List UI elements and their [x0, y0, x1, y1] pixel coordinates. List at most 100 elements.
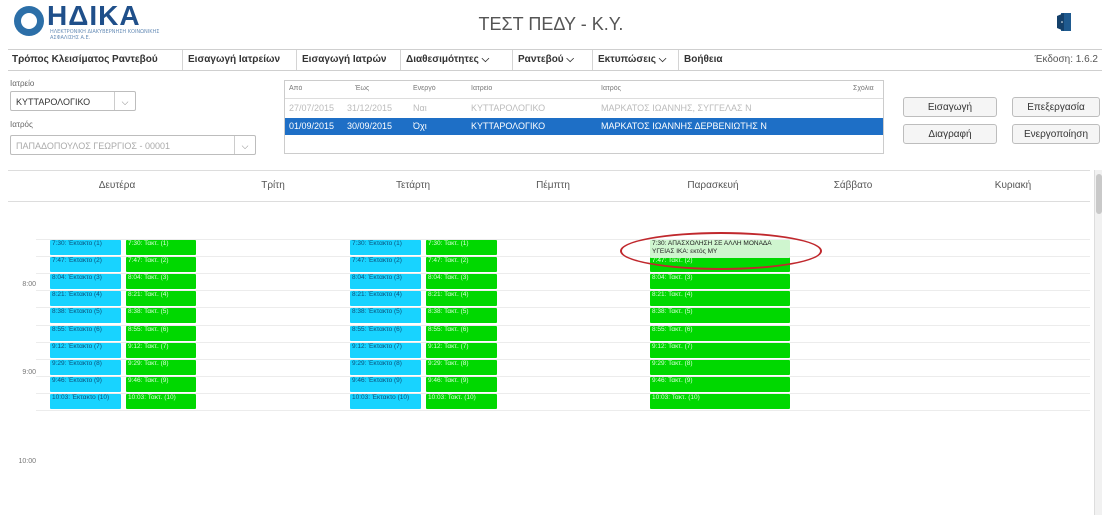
menu-insert-doctors[interactable]: Εισαγωγή Ιατρών: [298, 50, 401, 70]
monday-extra-slot[interactable]: 8:55: Έκτακτο (6): [50, 325, 121, 341]
friday-regular-slot[interactable]: 10:03: Τακτ. (10): [650, 393, 790, 409]
wednesday-extra-slot[interactable]: 9:29: Έκτακτο (8): [350, 359, 421, 375]
chevron-down-icon: ⌵: [114, 92, 135, 110]
menu-insert-clinics[interactable]: Εισαγωγή Ιατρείων: [184, 50, 297, 70]
cell-clinic: ΚΥΤΤΑΡΟΛΟΓΙΚΟ: [471, 103, 546, 113]
col-header-to: Έως: [355, 85, 370, 92]
grid-line: [36, 410, 1090, 411]
wednesday-regular-slot[interactable]: 9:12: Τακτ. (7): [426, 342, 497, 358]
monday-regular-slot[interactable]: 7:30: Τακτ. (1): [126, 240, 196, 255]
monday-extra-slot[interactable]: 10:03: Έκτακτο (10): [50, 393, 121, 409]
cell-from: 27/07/2015: [289, 103, 335, 113]
edit-button[interactable]: Επεξεργασία: [1012, 97, 1100, 117]
table-row[interactable]: 27/07/2015 31/12/2015 Ναι ΚΥΤΤΑΡΟΛΟΓΙΚΟ …: [285, 100, 883, 117]
monday-extra-slot[interactable]: 8:21: Έκτακτο (4): [50, 291, 121, 307]
col-header-clinic: Ιατρείο: [471, 85, 493, 92]
wednesday-regular-slot[interactable]: 8:55: Τακτ. (6): [426, 325, 497, 341]
monday-regular-slot[interactable]: 8:04: Τακτ. (3): [126, 274, 196, 290]
monday-regular-slot[interactable]: 8:21: Τακτ. (4): [126, 291, 196, 307]
monday-regular-slot[interactable]: 10:03: Τακτ. (10): [126, 393, 196, 409]
cell-to: 30/09/2015: [347, 121, 393, 131]
cell-doctor: ΜΑΡΚΑΤΟΣ ΙΩΑΝΝΗΣ, ΣΥΓΓΕΛΑΣ Ν: [601, 103, 752, 113]
weekly-calendar: Δευτέρα Τρίτη Τετάρτη Πέμπτη Παρασκευή Σ…: [8, 170, 1090, 510]
wednesday-extra-slot[interactable]: 8:04: Έκτακτο (3): [350, 274, 421, 290]
wednesday-extra-slot[interactable]: 8:21: Έκτακτο (4): [350, 291, 421, 307]
friday-regular-slot[interactable]: 8:55: Τακτ. (6): [650, 325, 790, 341]
wednesday-regular-slot[interactable]: 7:47: Τακτ. (2): [426, 257, 497, 273]
menu-help[interactable]: Βοήθεια: [680, 50, 738, 70]
wednesday-extra-slot[interactable]: 9:46: Έκτακτο (9): [350, 376, 421, 392]
day-tuesday: Τρίτη: [261, 180, 285, 191]
menu-prints[interactable]: Εκτυπώσεις ⌵: [594, 50, 679, 70]
col-header-from: Από: [289, 85, 303, 92]
doctor-select[interactable]: ΠΑΠΑΔΟΠΟΥΛΟΣ ΓΕΩΡΓΙΟΣ - 00001 ⌵: [10, 135, 256, 155]
menu-appointment-closing-mode[interactable]: Τρόπος Κλεισίματος Ραντεβού: [8, 50, 183, 70]
wednesday-regular-slot[interactable]: 9:46: Τακτ. (9): [426, 376, 497, 392]
exit-door-icon[interactable]: [1056, 12, 1072, 32]
day-saturday: Σάββατο: [833, 180, 873, 191]
app-title: ΤΕΣΤ ΠΕΔΥ - Κ.Υ.: [478, 14, 624, 34]
friday-regular-slot[interactable]: 8:21: Τακτ. (4): [650, 291, 790, 307]
day-sunday: Κυριακή: [994, 180, 1032, 191]
monday-extra-slot[interactable]: 8:04: Έκτακτο (3): [50, 274, 121, 290]
calendar-scrollbar[interactable]: [1094, 170, 1102, 515]
friday-regular-slot[interactable]: 9:12: Τακτ. (7): [650, 342, 790, 358]
table-row-selected[interactable]: 01/09/2015 30/09/2015 Όχι ΚΥΤΤΑΡΟΛΟΓΙΚΟ …: [285, 118, 883, 135]
friday-regular-slot[interactable]: 9:29: Τακτ. (8): [650, 359, 790, 375]
wednesday-extra-slot[interactable]: 7:47: Έκτακτο (2): [350, 257, 421, 273]
friday-regular-slot[interactable]: 8:38: Τακτ. (5): [650, 308, 790, 324]
monday-extra-slot[interactable]: 9:29: Έκτακτο (8): [50, 359, 121, 375]
monday-extra-slot[interactable]: 7:30: Έκτακτο (1): [50, 240, 121, 255]
cell-active: Ναι: [413, 103, 427, 113]
scrollbar-thumb[interactable]: [1096, 174, 1102, 214]
monday-extra-slot[interactable]: 9:46: Έκτακτο (9): [50, 376, 121, 392]
monday-regular-slot[interactable]: 9:46: Τακτ. (9): [126, 376, 196, 392]
wednesday-extra-slot[interactable]: 9:12: Έκτακτο (7): [350, 342, 421, 358]
app-header: ΗΔΙΚΑ ΗΛΕΚΤΡΟΝΙΚΗ ΔΙΑΚΥΒΕΡΝΗΣΗ ΚΟΙΝΩΝΙΚΗ…: [0, 0, 1102, 44]
monday-extra-slot[interactable]: 8:38: Έκτακτο (5): [50, 308, 121, 324]
clinic-select[interactable]: ΚΥΤΤΑΡΟΛΟΓΙΚΟ ⌵: [10, 91, 136, 111]
delete-button[interactable]: Διαγραφή: [903, 124, 997, 144]
wednesday-regular-slot[interactable]: 7:30: Τακτ. (1): [426, 240, 497, 255]
doctor-label: Ιατρός: [10, 120, 33, 129]
activate-button[interactable]: Ενεργοποίηση: [1012, 124, 1100, 144]
monday-extra-slot[interactable]: 9:12: Έκτακτο (7): [50, 342, 121, 358]
annotation-highlight-ellipse: [620, 232, 822, 270]
cell-doctor: ΜΑΡΚΑΤΟΣ ΙΩΑΝΝΗΣ ΔΕΡΒΕΝΙΩΤΗΣ Ν: [601, 121, 767, 131]
chevron-down-icon: ⌵: [234, 136, 255, 154]
friday-regular-slot[interactable]: 8:04: Τακτ. (3): [650, 274, 790, 290]
wednesday-extra-slot[interactable]: 10:03: Έκτακτο (10): [350, 393, 421, 409]
insert-button[interactable]: Εισαγωγή: [903, 97, 997, 117]
menu-availabilities[interactable]: Διαθεσιμότητες ⌵: [402, 50, 513, 70]
monday-regular-slot[interactable]: 9:12: Τακτ. (7): [126, 342, 196, 358]
availability-table-header: Από Έως Ενεργό Ιατρείο Ιατρός Σχόλια: [285, 81, 883, 99]
version-label: Έκδοση: 1.6.2: [1034, 54, 1098, 65]
cell-clinic: ΚΥΤΤΑΡΟΛΟΓΙΚΟ: [471, 121, 546, 131]
wednesday-regular-slot[interactable]: 8:04: Τακτ. (3): [426, 274, 497, 290]
friday-regular-slot[interactable]: 9:46: Τακτ. (9): [650, 376, 790, 392]
wednesday-regular-slot[interactable]: 10:03: Τακτ. (10): [426, 393, 497, 409]
monday-extra-slot[interactable]: 7:47: Έκτακτο (2): [50, 257, 121, 273]
cell-to: 31/12/2015: [347, 103, 393, 113]
monday-regular-slot[interactable]: 7:47: Τακτ. (2): [126, 257, 196, 273]
monday-regular-slot[interactable]: 9:29: Τακτ. (8): [126, 359, 196, 375]
wednesday-extra-slot[interactable]: 7:30: Έκτακτο (1): [350, 240, 421, 255]
hour-label: 8:00: [22, 281, 36, 288]
wednesday-regular-slot[interactable]: 8:38: Τακτ. (5): [426, 308, 497, 324]
menu-appointments[interactable]: Ραντεβού ⌵: [514, 50, 593, 70]
cell-active: Όχι: [413, 121, 427, 131]
clinic-select-value: ΚΥΤΤΑΡΟΛΟΓΙΚΟ: [16, 97, 91, 107]
day-friday: Παρασκευή: [687, 180, 739, 191]
wednesday-extra-slot[interactable]: 8:55: Έκτακτο (6): [350, 325, 421, 341]
wednesday-regular-slot[interactable]: 9:29: Τακτ. (8): [426, 359, 497, 375]
monday-regular-slot[interactable]: 8:55: Τακτ. (6): [126, 325, 196, 341]
col-header-comments: Σχόλια: [853, 85, 874, 92]
monday-regular-slot[interactable]: 8:38: Τακτ. (5): [126, 308, 196, 324]
hour-label: 10:00: [18, 458, 36, 465]
day-wednesday: Τετάρτη: [395, 180, 431, 191]
wednesday-regular-slot[interactable]: 8:21: Τακτ. (4): [426, 291, 497, 307]
day-monday: Δευτέρα: [98, 180, 136, 191]
wednesday-extra-slot[interactable]: 8:38: Έκτακτο (5): [350, 308, 421, 324]
calendar-day-header: Δευτέρα Τρίτη Τετάρτη Πέμπτη Παρασκευή Σ…: [8, 170, 1090, 202]
availability-table: Από Έως Ενεργό Ιατρείο Ιατρός Σχόλια 27/…: [284, 80, 884, 154]
